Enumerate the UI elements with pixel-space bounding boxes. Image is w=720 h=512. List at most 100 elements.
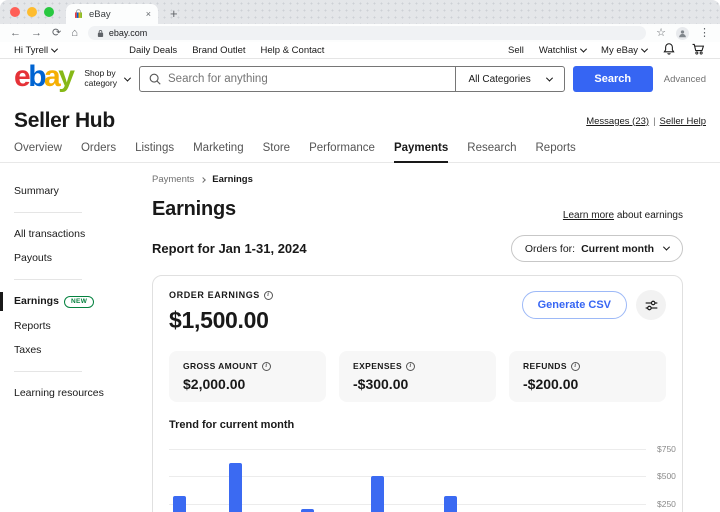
search-input[interactable] <box>162 73 455 85</box>
close-window-button[interactable] <box>10 7 20 17</box>
learn-more-link[interactable]: Learn more <box>563 210 614 221</box>
search-bar: All Categories <box>139 66 565 92</box>
minimize-window-button[interactable] <box>27 7 37 17</box>
topnav-link-watchlist[interactable]: Watchlist <box>539 45 586 56</box>
topnav-link-my-ebay[interactable]: My eBay <box>601 45 647 56</box>
earnings-page-title: Earnings <box>152 198 236 221</box>
browser-menu-icon[interactable]: ⋮ <box>699 28 710 39</box>
topnav-link-help-contact[interactable]: Help & Contact <box>261 45 325 56</box>
cart-icon[interactable] <box>691 42 706 59</box>
tab-orders[interactable]: Orders <box>81 142 116 162</box>
chevron-down-icon <box>580 45 587 52</box>
shop-by-category-dropdown[interactable]: Shop bycategory <box>84 69 130 89</box>
stat-value: $2,000.00 <box>183 376 312 392</box>
info-icon[interactable]: i <box>571 362 580 371</box>
payments-sidebar: Summary All transactionsPayouts Earnings NE… <box>0 163 150 512</box>
new-badge: NEW <box>64 296 94 308</box>
main-panel: Payments Earnings Earnings Learn more ab… <box>150 163 720 512</box>
home-icon[interactable]: ⌂ <box>71 28 78 39</box>
orders-for-dropdown[interactable]: Orders for: Current month <box>511 235 683 262</box>
stats-row: GROSS AMOUNTi$2,000.00EXPENSESi-$300.00R… <box>169 351 666 402</box>
chevron-down-icon <box>663 244 670 251</box>
window-controls <box>10 0 54 24</box>
generate-csv-button[interactable]: Generate CSV <box>522 291 627 319</box>
person-icon <box>678 29 687 38</box>
order-earnings-label: ORDER EARNINGS <box>169 290 260 300</box>
chevron-down-icon <box>546 74 553 81</box>
filter-settings-button[interactable] <box>636 290 666 320</box>
y-axis-label: $500 <box>657 471 676 481</box>
address-bar[interactable]: ebay.com <box>88 26 646 40</box>
topnav-link-sell[interactable]: Sell <box>508 45 524 56</box>
sidebar-item-label: Taxes <box>14 344 41 356</box>
tab-reports[interactable]: Reports <box>536 142 576 162</box>
info-icon[interactable]: i <box>406 362 415 371</box>
account-greeting[interactable]: Hi Tyrell <box>14 45 57 56</box>
breadcrumb: Payments Earnings <box>152 174 683 185</box>
reload-icon[interactable]: ⟳ <box>52 28 61 39</box>
browser-tab[interactable]: eBay × <box>66 4 158 24</box>
sidebar-item-label: Reports <box>14 320 51 332</box>
chevron-right-icon <box>200 177 206 183</box>
category-select-value: All Categories <box>468 74 530 85</box>
sidebar-item-label: Summary <box>14 185 59 197</box>
tab-performance[interactable]: Performance <box>309 142 375 162</box>
tab-store[interactable]: Store <box>263 142 291 162</box>
bar-order-earnings[interactable] <box>371 476 384 512</box>
new-tab-button[interactable]: + <box>170 6 178 24</box>
seller-help-link[interactable]: Seller Help <box>660 116 706 127</box>
stat-label: REFUNDS <box>523 361 567 371</box>
browser-profile-avatar[interactable] <box>676 27 689 40</box>
sidebar-item-earnings[interactable]: Earnings NEW <box>0 289 150 314</box>
stat-box-gross-amount: GROSS AMOUNTi$2,000.00 <box>169 351 326 402</box>
topnav-link-brand-outlet[interactable]: Brand Outlet <box>192 45 245 56</box>
link-separator: | <box>653 116 655 127</box>
sidebar-item-taxes[interactable]: Taxes <box>0 338 150 362</box>
url-text: ebay.com <box>109 28 147 38</box>
tab-research[interactable]: Research <box>467 142 516 162</box>
browser-tab-bar: eBay × + <box>0 0 720 24</box>
tab-listings[interactable]: Listings <box>135 142 174 162</box>
back-icon[interactable]: ← <box>10 28 21 39</box>
sidebar-item-summary[interactable]: Summary <box>0 179 150 203</box>
tab-overview[interactable]: Overview <box>14 142 62 162</box>
search-button[interactable]: Search <box>573 66 653 92</box>
messages-link[interactable]: Messages (23) <box>586 116 649 127</box>
content-area: Summary All transactionsPayouts Earnings NE… <box>0 163 720 512</box>
order-earnings-summary: ORDER EARNINGS i $1,500.00 <box>169 290 273 334</box>
sidebar-item-payouts[interactable]: Payouts <box>0 246 150 270</box>
info-icon[interactable]: i <box>262 362 271 371</box>
stat-label-row: EXPENSESi <box>353 361 482 371</box>
order-earnings-value: $1,500.00 <box>169 307 273 334</box>
chevron-down-icon <box>124 74 131 81</box>
browser-chrome: eBay × + ← → ⟳ ⌂ ebay.com ☆ ⋮ <box>0 0 720 42</box>
notifications-bell-icon[interactable] <box>662 42 676 59</box>
zoom-window-button[interactable] <box>44 7 54 17</box>
topnav-link-daily-deals[interactable]: Daily Deals <box>129 45 177 56</box>
bar-order-earnings[interactable] <box>444 496 457 512</box>
learn-more-text: Learn more about earnings <box>563 210 683 221</box>
advanced-search-link[interactable]: Advanced <box>664 74 706 85</box>
forward-icon[interactable]: → <box>31 28 42 39</box>
topnav-right-links: Sell Watchlist My eBay <box>508 42 706 59</box>
sidebar-item-label: Earnings <box>14 295 59 307</box>
bar-order-earnings[interactable] <box>229 463 242 512</box>
bar-order-earnings[interactable] <box>173 496 186 512</box>
bookmark-star-icon[interactable]: ☆ <box>656 28 666 39</box>
tab-payments[interactable]: Payments <box>394 142 448 163</box>
info-icon[interactable]: i <box>264 291 273 300</box>
breadcrumb-payments[interactable]: Payments <box>152 174 194 185</box>
tab-marketing[interactable]: Marketing <box>193 142 244 162</box>
order-earnings-card: ORDER EARNINGS i $1,500.00 Generate CSV … <box>152 275 683 512</box>
close-tab-icon[interactable]: × <box>146 9 151 19</box>
card-actions: Generate CSV <box>522 290 666 320</box>
browser-toolbar: ← → ⟳ ⌂ ebay.com ☆ ⋮ <box>0 24 720 42</box>
chevron-down-icon <box>641 45 648 52</box>
ebay-logo[interactable]: ebay <box>14 62 72 92</box>
sidebar-item-reports[interactable]: Reports <box>0 314 150 338</box>
hub-header-links: Messages (23) | Seller Help <box>586 116 706 127</box>
category-select[interactable]: All Categories <box>455 67 563 91</box>
trend-chart: $750$500$250$0-$250 <box>169 440 666 512</box>
sidebar-item-all-transactions[interactable]: All transactions <box>0 222 150 246</box>
sidebar-item-learning-resources[interactable]: Learning resources <box>0 381 150 405</box>
